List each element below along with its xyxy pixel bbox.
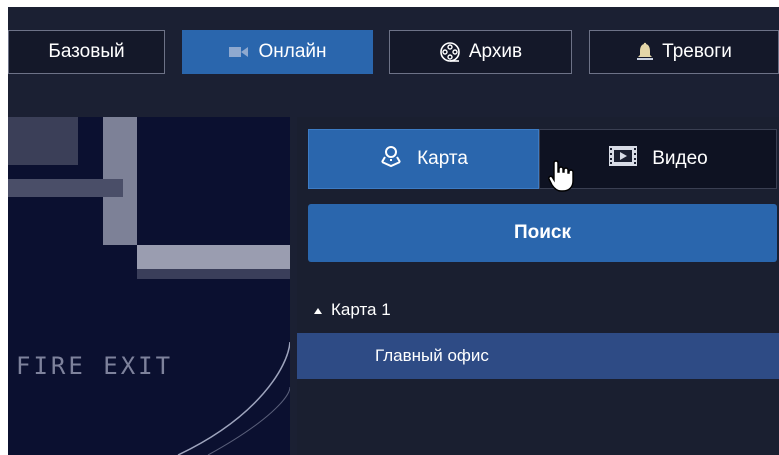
film-strip-icon [608,144,638,174]
tab-map[interactable]: Карта [308,129,539,189]
top-toolbar: Базовый Онлайн Архив Тревоги [8,7,779,107]
tab-basic[interactable]: Базовый [8,30,165,74]
tab-map-label: Карта [417,148,468,169]
tab-basic-label: Базовый [48,41,125,62]
fire-exit-sign-text: FIRE EXIT [16,352,174,380]
tab-alarms-label: Тревоги [662,41,732,62]
app-window: Базовый Онлайн Архив Тревоги FIRE EXIT К… [8,7,779,455]
video-camera-icon [228,45,250,59]
tree-item-main-office[interactable]: Главный офис [297,333,779,379]
film-reel-icon [439,41,461,63]
tab-archive-label: Архив [468,41,523,62]
search-button[interactable]: Поиск [308,204,777,262]
tab-online[interactable]: Онлайн [182,30,373,74]
hand-cursor-icon [547,159,575,198]
map-pin-icon [379,144,403,174]
tab-archive[interactable]: Архив [389,30,572,74]
tab-video-label: Видео [652,148,708,169]
tree-item-label: Главный офис [375,346,489,365]
tree-node-label: Карта 1 [331,299,391,319]
tab-online-label: Онлайн [258,41,327,62]
map-panel: Карта Видео Поиск Карта 1 Главный офис [297,117,779,455]
caret-up-icon [313,300,323,320]
tab-alarms[interactable]: Тревоги [589,30,779,74]
video-frame-image [8,117,290,455]
tree-node-map1[interactable]: Карта 1 [297,287,779,332]
bell-icon [636,42,654,62]
video-feed[interactable]: FIRE EXIT [8,117,290,455]
